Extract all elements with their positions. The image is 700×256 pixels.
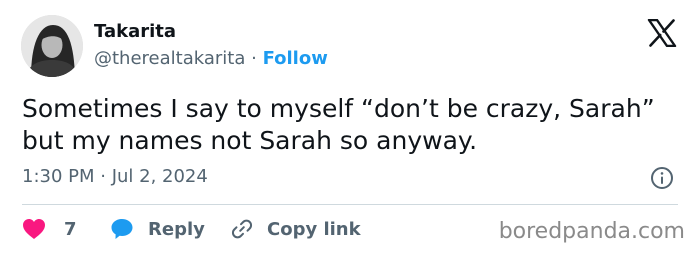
author-handle-row: @therealtakarita · Follow bbox=[94, 48, 328, 70]
like-count: 7 bbox=[64, 218, 77, 240]
author-display-name[interactable]: Takarita bbox=[94, 21, 176, 43]
reply-label: Reply bbox=[148, 218, 205, 240]
tweet-text: Sometimes I say to myself “don’t be craz… bbox=[22, 93, 682, 157]
like-button[interactable]: 7 bbox=[22, 216, 77, 242]
link-icon bbox=[231, 219, 253, 239]
avatar-photo bbox=[21, 15, 83, 77]
copy-link-button[interactable]: Copy link bbox=[230, 216, 361, 242]
copy-link-label: Copy link bbox=[267, 218, 361, 240]
divider bbox=[22, 204, 678, 205]
x-logo-icon[interactable] bbox=[647, 19, 677, 47]
follow-button[interactable]: Follow bbox=[263, 48, 328, 69]
handle-separator: · bbox=[251, 48, 257, 69]
heart-icon bbox=[23, 219, 45, 239]
avatar[interactable] bbox=[21, 15, 83, 77]
author-handle[interactable]: @therealtakarita bbox=[94, 48, 245, 69]
tweet-text-line: but my names not Sarah so anyway. bbox=[22, 126, 478, 155]
info-icon[interactable] bbox=[650, 166, 674, 190]
reply-button[interactable]: Reply bbox=[110, 216, 205, 242]
watermark: boredpanda.com bbox=[498, 219, 685, 244]
speech-bubble-icon bbox=[111, 219, 133, 239]
tweet-timestamp[interactable]: 1:30 PM · Jul 2, 2024 bbox=[22, 166, 208, 188]
tweet-text-line: Sometimes I say to myself “don’t be craz… bbox=[22, 94, 655, 123]
